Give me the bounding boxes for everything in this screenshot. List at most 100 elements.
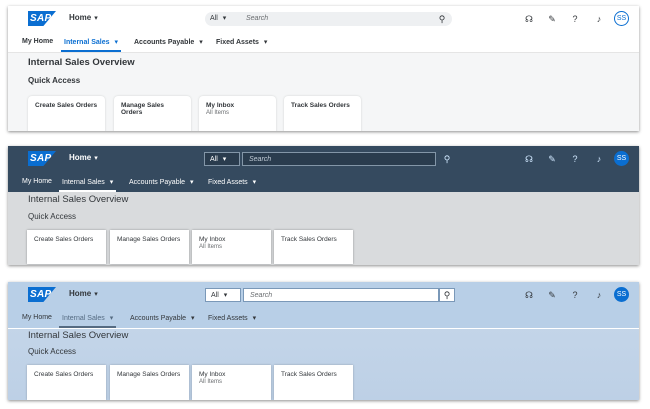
search-scope-select[interactable]: All ▾ — [205, 288, 241, 302]
notifications-icon[interactable]: ♪ — [593, 289, 605, 301]
tile-title: My Inbox — [206, 102, 235, 109]
tab-internal-sales[interactable]: Internal Sales ▾ — [61, 38, 121, 52]
tile-my-inbox[interactable]: My Inbox All Items — [192, 230, 271, 264]
sap-logo[interactable]: SAP — [28, 287, 56, 302]
tile-subtitle: All Items — [199, 244, 223, 250]
avatar[interactable]: SS — [614, 287, 629, 302]
chevron-down-icon: ▾ — [114, 39, 118, 46]
tile-subtitle: All Items — [206, 110, 230, 116]
tile-my-inbox[interactable]: My Inbox All Items — [192, 365, 271, 400]
tile-manage-sales-orders[interactable]: Manage Sales Orders — [110, 365, 189, 400]
tile-subtitle: All Items — [199, 379, 223, 385]
home-menu[interactable]: Home ▾ — [69, 13, 98, 22]
chevron-down-icon: ▾ — [109, 315, 114, 322]
search-icon[interactable]: ⚲ — [435, 12, 449, 26]
chevron-down-icon: ▾ — [222, 156, 227, 163]
sap-logo[interactable]: SAP — [28, 11, 56, 26]
search-icon[interactable]: ⚲ — [440, 152, 454, 166]
chevron-down-icon: ▾ — [94, 15, 98, 22]
chevron-down-icon: ▾ — [109, 179, 114, 186]
shell-bar: SAP Home ▾ All ▾ Search ⚲ ☊ ✎ ? ♪ SS — [8, 6, 639, 34]
tile-title: Create Sales Orders — [35, 102, 98, 109]
feedback-icon[interactable]: ✎ — [546, 289, 558, 301]
tile-title: Manage Sales Orders — [117, 236, 181, 243]
tile-manage-sales-orders[interactable]: Manage Sales Orders — [114, 96, 191, 131]
chevron-down-icon: ▾ — [190, 179, 194, 186]
tile-manage-sales-orders[interactable]: Manage Sales Orders — [110, 230, 189, 264]
chevron-down-icon: ▾ — [222, 15, 227, 22]
tab-label: Fixed Assets — [208, 179, 248, 186]
help-icon[interactable]: ☊ — [523, 153, 535, 165]
chevron-down-icon: ▾ — [263, 39, 268, 46]
feedback-icon[interactable]: ✎ — [546, 153, 558, 165]
search-input[interactable]: Search — [243, 288, 439, 302]
quick-access-title: Quick Access — [28, 212, 77, 221]
question-icon[interactable]: ? — [569, 13, 581, 25]
tab-accounts-payable[interactable]: Accounts Payable ▾ — [134, 38, 203, 46]
tab-label: Internal Sales — [62, 179, 105, 186]
notifications-icon[interactable]: ♪ — [593, 153, 605, 165]
active-tab-indicator — [59, 190, 117, 192]
help-icon[interactable]: ☊ — [523, 289, 535, 301]
tab-bar: My Home Internal Sales ▾ Accounts Payabl… — [8, 34, 639, 53]
tab-fixed-assets[interactable]: Fixed Assets ▾ — [208, 314, 256, 322]
tile-create-sales-orders[interactable]: Create Sales Orders — [27, 230, 106, 264]
tile-title: Track Sales Orders — [281, 236, 337, 243]
shell-bar: SAP Home ▾ All ▾ Search ⚲ ☊ ✎ ? ♪ SS — [8, 146, 639, 174]
sap-logo[interactable]: SAP — [28, 151, 56, 166]
home-label: Home — [69, 289, 92, 298]
page-title: Internal Sales Overview — [28, 57, 135, 68]
page-title: Internal Sales Overview — [28, 194, 129, 205]
notifications-icon[interactable]: ♪ — [593, 13, 605, 25]
search-scope-select[interactable]: All ▾ — [205, 12, 240, 26]
tab-internal-sales[interactable]: Internal Sales ▾ — [59, 314, 117, 328]
tab-label: My Home — [22, 38, 54, 45]
tab-label: Accounts Payable — [130, 315, 187, 322]
tile-create-sales-orders[interactable]: Create Sales Orders — [28, 96, 105, 131]
chevron-down-icon: ▾ — [252, 315, 257, 322]
search-input[interactable]: Search — [242, 152, 436, 166]
theme-panel-blue-crystal: SAP Home ▾ All ▾ Search ⚲ ☊ ✎ ? ♪ SS My H… — [8, 282, 639, 400]
tab-accounts-payable[interactable]: Accounts Payable ▾ — [129, 178, 194, 186]
chevron-down-icon: ▾ — [223, 292, 228, 299]
search-input[interactable]: Search — [240, 12, 452, 26]
theme-panel-quartz: SAP Home ▾ All ▾ Search ⚲ ☊ ✎ ? ♪ SS My H… — [8, 6, 639, 131]
tile-track-sales-orders[interactable]: Track Sales Orders — [274, 365, 353, 400]
chevron-down-icon: ▾ — [199, 39, 203, 46]
tab-my-home[interactable]: My Home — [22, 38, 53, 45]
search-icon[interactable]: ⚲ — [439, 288, 455, 302]
home-menu[interactable]: Home ▾ — [69, 289, 98, 298]
tile-track-sales-orders[interactable]: Track Sales Orders — [274, 230, 353, 264]
avatar[interactable]: SS — [614, 151, 629, 166]
tab-label: Fixed Assets — [208, 315, 248, 322]
tab-accounts-payable[interactable]: Accounts Payable ▾ — [130, 314, 195, 322]
avatar[interactable]: SS — [614, 11, 629, 26]
tab-fixed-assets[interactable]: Fixed Assets ▾ — [208, 178, 256, 186]
tab-internal-sales[interactable]: Internal Sales ▾ — [59, 178, 117, 192]
theme-panel-belize: SAP Home ▾ All ▾ Search ⚲ ☊ ✎ ? ♪ SS My H… — [8, 146, 639, 265]
question-icon[interactable]: ? — [569, 153, 581, 165]
tab-my-home[interactable]: My Home — [22, 314, 52, 321]
tab-label: Internal Sales — [62, 315, 105, 322]
active-tab-indicator — [59, 326, 117, 328]
help-icon[interactable]: ☊ — [523, 13, 535, 25]
tile-create-sales-orders[interactable]: Create Sales Orders — [27, 365, 106, 400]
search-scope-select[interactable]: All ▾ — [204, 152, 240, 166]
tab-my-home[interactable]: My Home — [22, 178, 52, 185]
tile-title: Manage Sales Orders — [117, 371, 181, 378]
tile-title: Create Sales Orders — [34, 371, 94, 378]
question-icon[interactable]: ? — [569, 289, 581, 301]
tile-track-sales-orders[interactable]: Track Sales Orders — [284, 96, 361, 131]
home-menu[interactable]: Home ▾ — [69, 153, 98, 162]
shell-bar: SAP Home ▾ All ▾ Search ⚲ ☊ ✎ ? ♪ SS — [8, 282, 639, 310]
feedback-icon[interactable]: ✎ — [546, 13, 558, 25]
tab-label: My Home — [22, 178, 52, 185]
home-label: Home — [69, 153, 92, 162]
tile-title: Track Sales Orders — [281, 371, 337, 378]
page-title: Internal Sales Overview — [28, 330, 129, 341]
tab-label: Accounts Payable — [129, 179, 186, 186]
chevron-down-icon: ▾ — [191, 315, 195, 322]
chevron-down-icon: ▾ — [94, 155, 98, 162]
tile-my-inbox[interactable]: My Inbox All Items — [199, 96, 276, 131]
tab-fixed-assets[interactable]: Fixed Assets ▾ — [216, 38, 267, 46]
